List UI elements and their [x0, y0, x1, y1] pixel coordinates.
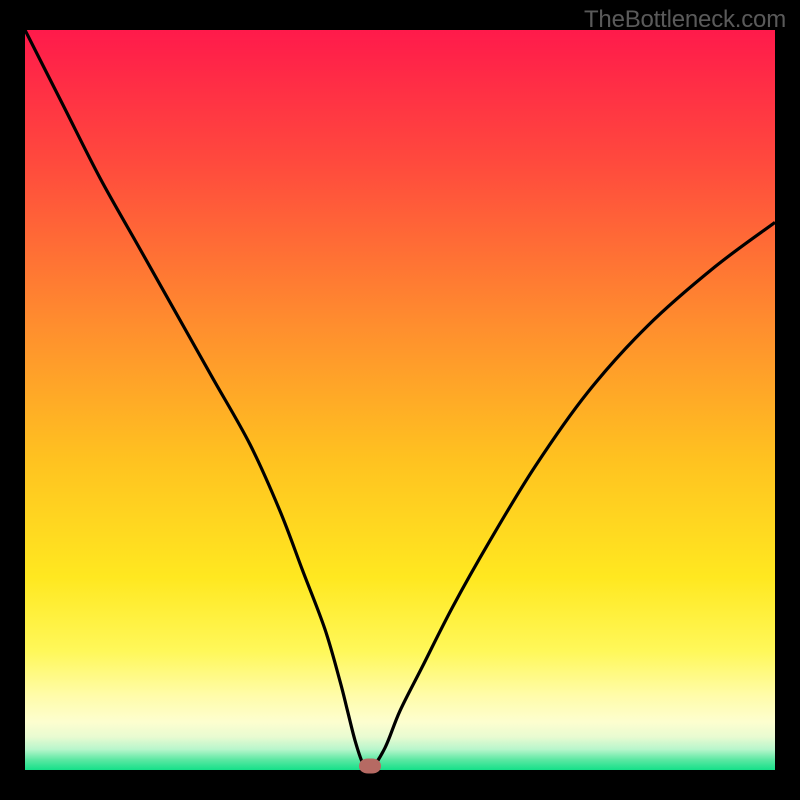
optimal-marker — [359, 759, 381, 774]
chart-stage: TheBottleneck.com — [0, 0, 800, 800]
bottleneck-curve — [25, 30, 775, 770]
plot-area — [25, 30, 775, 770]
curve-layer — [25, 30, 775, 770]
watermark-text: TheBottleneck.com — [584, 6, 786, 34]
